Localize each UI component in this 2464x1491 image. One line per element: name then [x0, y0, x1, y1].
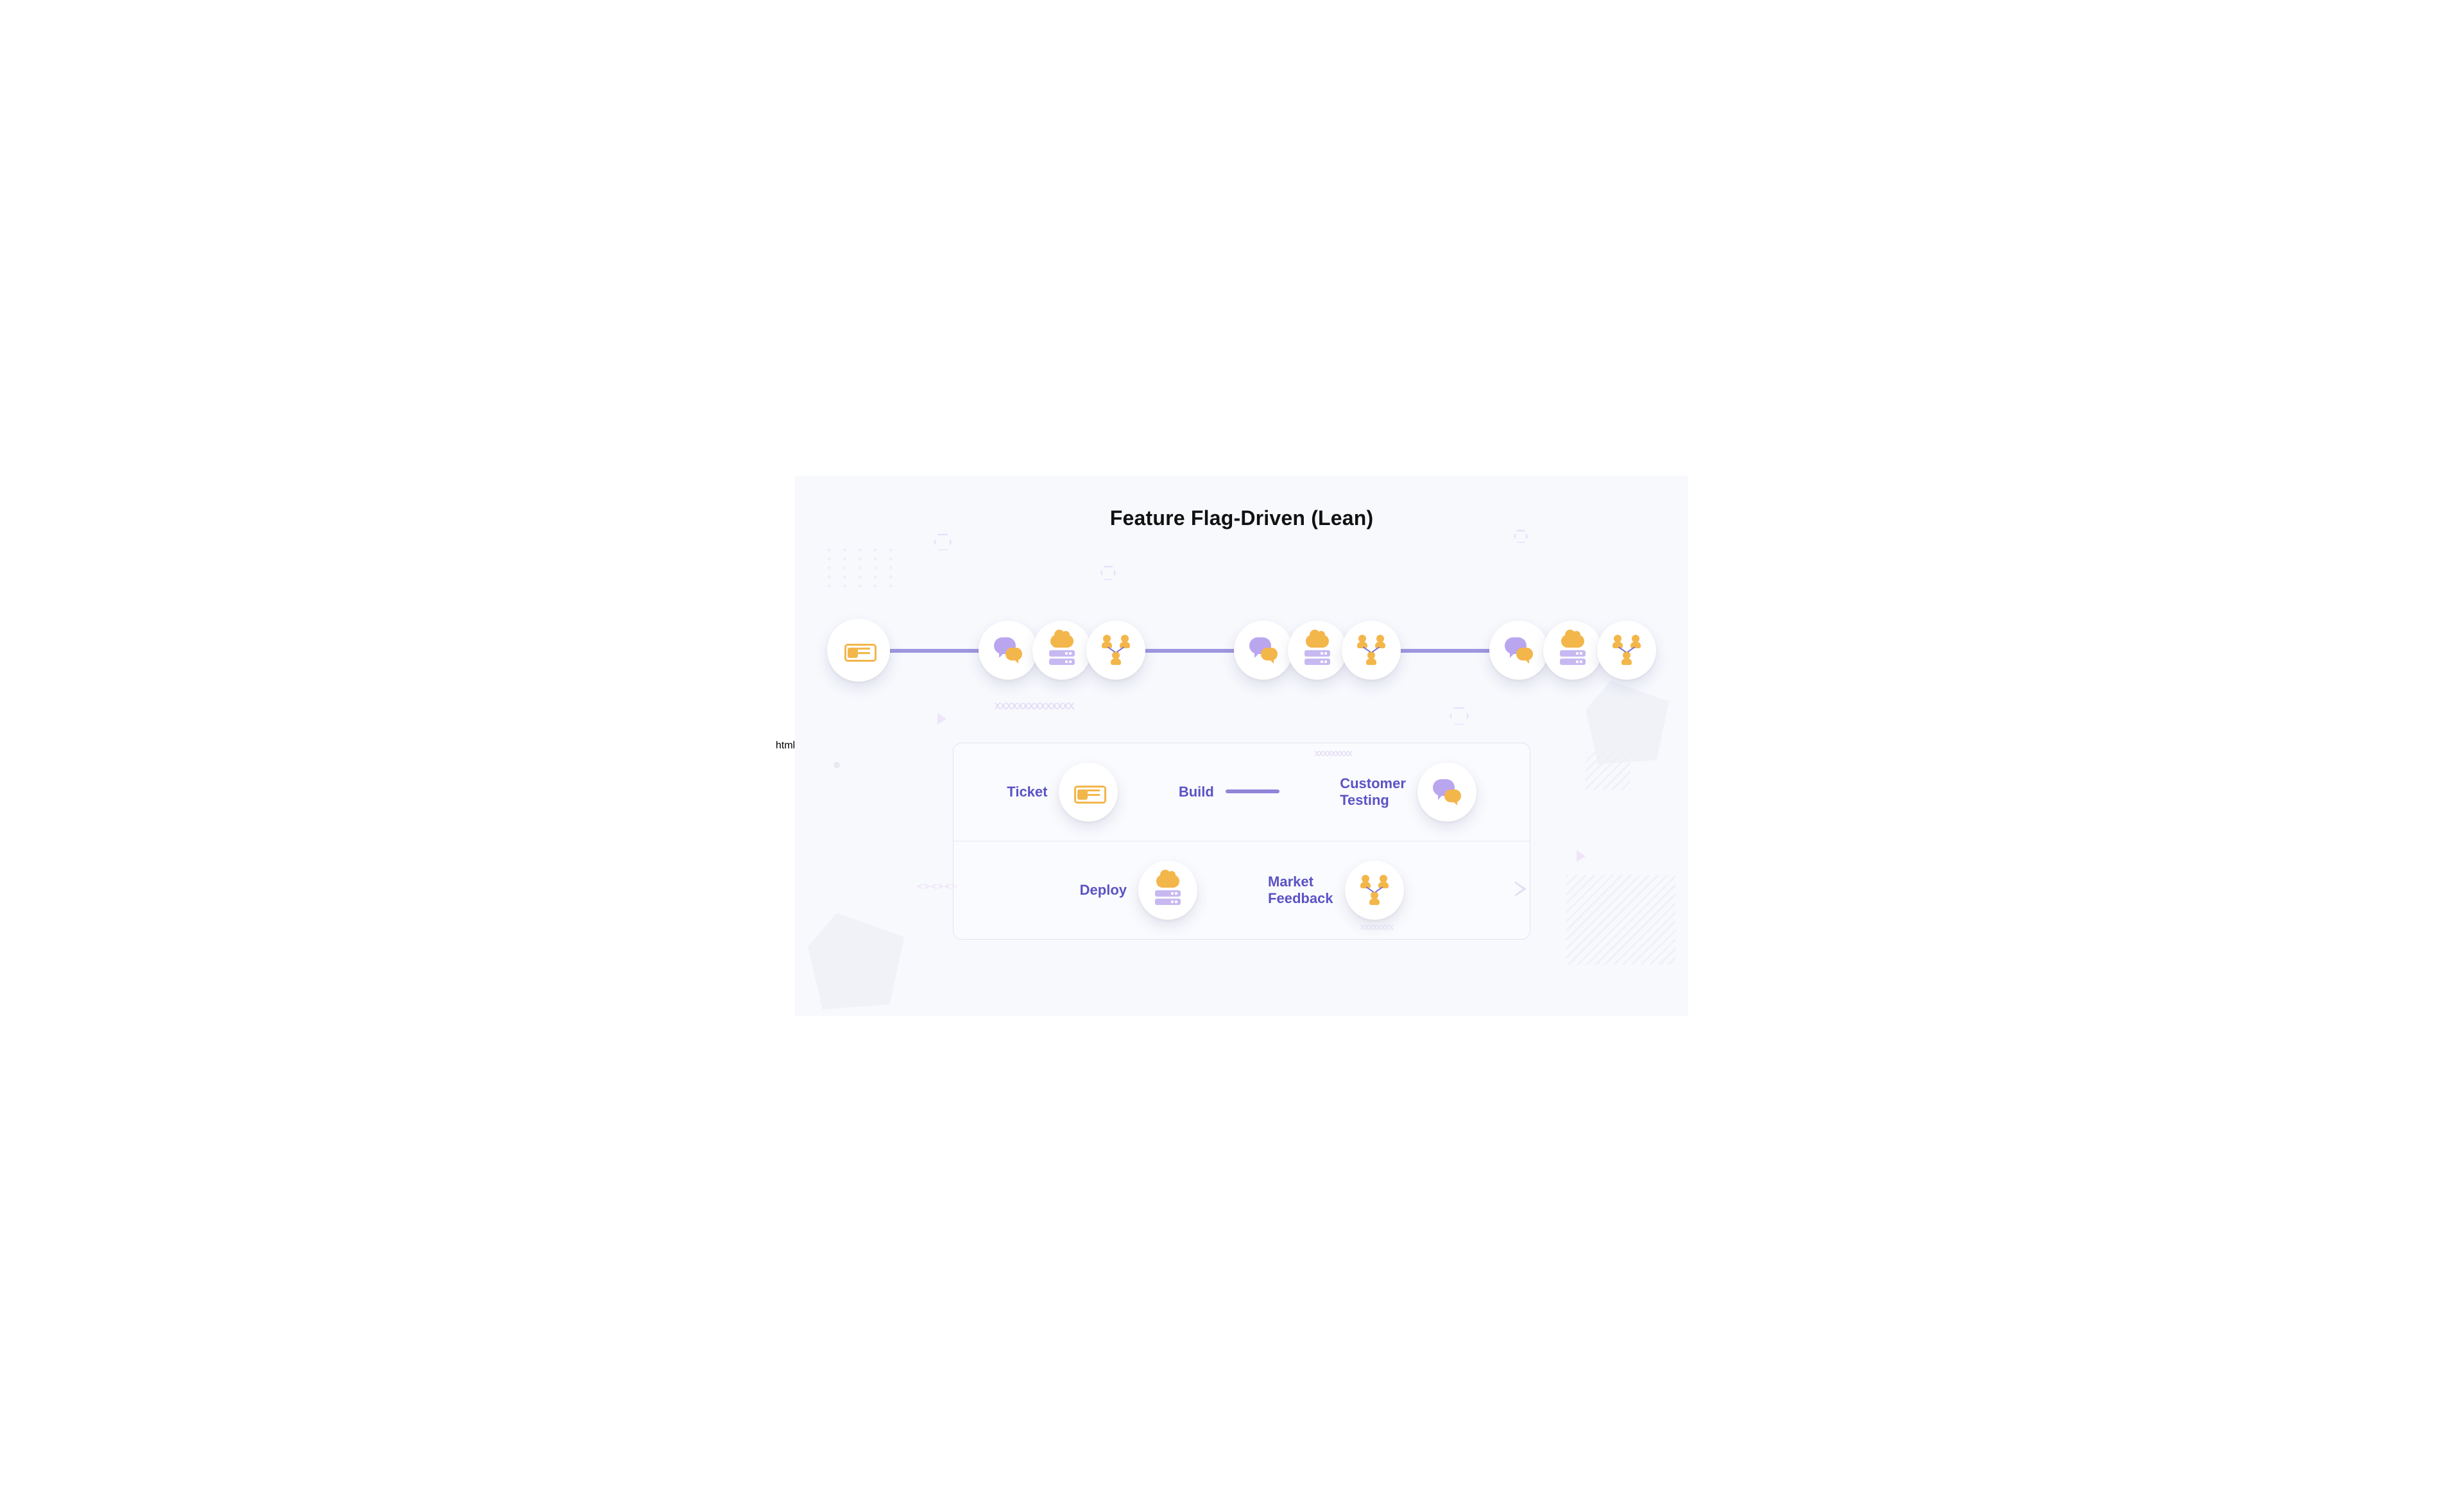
decoration-triangle	[1577, 850, 1586, 862]
node-customer-testing	[979, 621, 1038, 680]
deploy-icon	[1044, 632, 1080, 668]
node-market-feedback	[1597, 621, 1656, 680]
node-market-feedback	[1086, 621, 1145, 680]
decoration-hexagon	[934, 533, 952, 551]
legend-label: Deploy	[1080, 882, 1127, 898]
legend-item-ticket: Ticket	[1007, 763, 1118, 822]
decoration-polygon	[808, 913, 904, 1010]
timeline-start	[827, 619, 890, 682]
timeline-cycle-2	[1234, 621, 1401, 680]
legend-label: Customer Testing	[1340, 775, 1406, 808]
legend-label: Market Feedback	[1268, 874, 1333, 906]
timeline	[827, 612, 1656, 689]
decoration-squiggle: xxxxxxxxxxxxxx	[994, 699, 1074, 712]
node-ticket	[827, 619, 890, 682]
legend-icon-circle	[1059, 763, 1118, 822]
timeline-cycle-1	[979, 621, 1145, 680]
decoration-stripes	[1566, 875, 1675, 965]
decoration-brackets: <><><>	[917, 880, 958, 892]
legend-icon-circle	[1345, 861, 1404, 920]
people-icon	[1609, 632, 1645, 668]
decoration-triangle	[937, 713, 946, 725]
node-deploy	[1543, 621, 1602, 680]
node-customer-testing	[1489, 621, 1548, 680]
node-deploy	[1032, 621, 1091, 680]
decoration-stripes	[1586, 752, 1630, 790]
legend-label: Ticket	[1007, 784, 1047, 800]
deploy-icon	[1299, 632, 1335, 668]
node-deploy	[1288, 621, 1347, 680]
legend-item-market-feedback: Market Feedback	[1268, 861, 1404, 920]
decoration-hexagon	[1450, 707, 1469, 726]
decoration-polygon	[1586, 681, 1669, 764]
legend-icon-circle	[1417, 763, 1476, 822]
legend-item-customer-testing: xxxxxxxxx Customer Testing	[1340, 763, 1476, 822]
legend-row-1: Ticket Build xxxxxxxxx Customer Testing	[954, 743, 1530, 841]
node-market-feedback	[1342, 621, 1401, 680]
deploy-icon	[1555, 632, 1591, 668]
diagram-title: Feature Flag-Driven (Lean)	[795, 506, 1688, 530]
deploy-icon	[1150, 872, 1186, 908]
ticket-icon	[841, 632, 877, 668]
people-icon	[1098, 632, 1134, 668]
chat-icon	[990, 632, 1026, 668]
chat-icon	[1245, 632, 1281, 668]
legend-panel: Ticket Build xxxxxxxxx Customer Testing …	[953, 743, 1530, 940]
ticket-icon	[1070, 774, 1106, 810]
chat-icon	[1501, 632, 1537, 668]
decoration-dot	[834, 762, 840, 768]
people-icon	[1353, 632, 1389, 668]
people-icon	[1356, 872, 1392, 908]
legend-item-deploy: Deploy	[1080, 861, 1197, 920]
timeline-cycle-3	[1489, 621, 1656, 680]
diagram-canvas: + + + + ++ + + + ++ + + + ++ + + + ++ + …	[795, 476, 1688, 1016]
chat-icon	[1429, 774, 1465, 810]
build-line-icon	[1226, 789, 1279, 793]
legend-icon-circle	[1138, 861, 1197, 920]
legend-label: Build	[1179, 784, 1214, 800]
decoration-squiggle: xxxxxxxxx	[1314, 748, 1351, 757]
timeline-nodes	[827, 612, 1656, 689]
decoration-plus-grid: + + + + ++ + + + ++ + + + ++ + + + ++ + …	[827, 546, 896, 591]
legend-item-build: Build	[1179, 784, 1279, 800]
decoration-hexagon	[1514, 530, 1528, 544]
legend-row-2: Deploy Market Feedback	[954, 841, 1530, 939]
node-customer-testing	[1234, 621, 1293, 680]
decoration-hexagon	[1100, 565, 1116, 581]
